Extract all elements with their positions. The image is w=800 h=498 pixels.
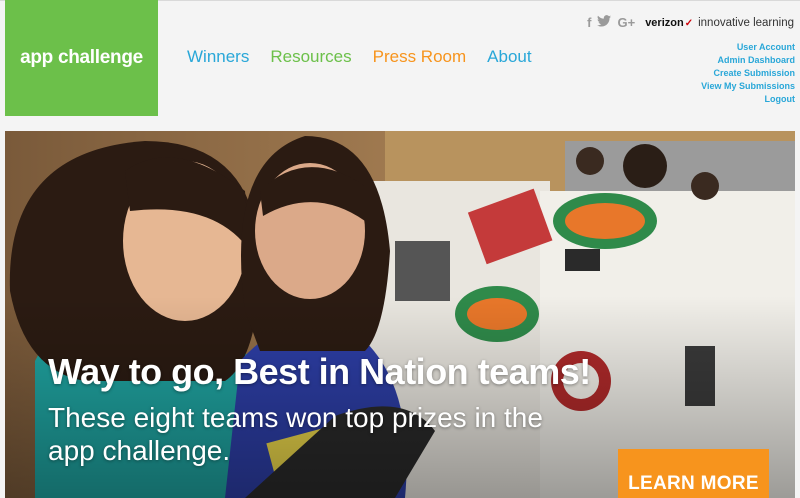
logo-text: app challenge [20,47,143,68]
site-logo[interactable]: app challenge [5,0,158,116]
admin-dashboard-link[interactable]: Admin Dashboard [701,54,795,66]
main-nav: Winners Resources Press Room About [187,47,553,67]
nav-press-room[interactable]: Press Room [373,47,467,67]
user-menu: User Account Admin Dashboard Create Subm… [701,41,795,105]
hero-title: Way to go, Best in Nation teams! [48,351,591,392]
learn-more-button[interactable]: LEARN MORE [618,449,769,498]
twitter-icon[interactable] [597,15,612,30]
brand-tagline: innovative learning [698,16,794,29]
logout-link[interactable]: Logout [701,93,796,105]
nav-resources[interactable]: Resources [270,47,351,67]
user-account-link[interactable]: User Account [701,41,795,53]
create-submission-link[interactable]: Create Submission [701,67,795,79]
checkmark-icon: ✓ [684,17,694,29]
hero-banner: Way to go, Best in Nation teams! These e… [5,131,795,498]
brand-name: verizon [645,16,684,29]
social-bar: f G+ verizon ✓ innovative learning [587,15,794,30]
nav-about[interactable]: About [487,47,531,67]
verizon-brand[interactable]: verizon ✓ innovative learning [645,17,794,29]
facebook-icon[interactable]: f [587,15,591,30]
google-plus-icon[interactable]: G+ [617,15,635,30]
view-submissions-link[interactable]: View My Submissions [701,80,795,92]
nav-winners[interactable]: Winners [187,47,249,67]
hero-subtitle: These eight teams won top prizes in the … [48,402,543,466]
